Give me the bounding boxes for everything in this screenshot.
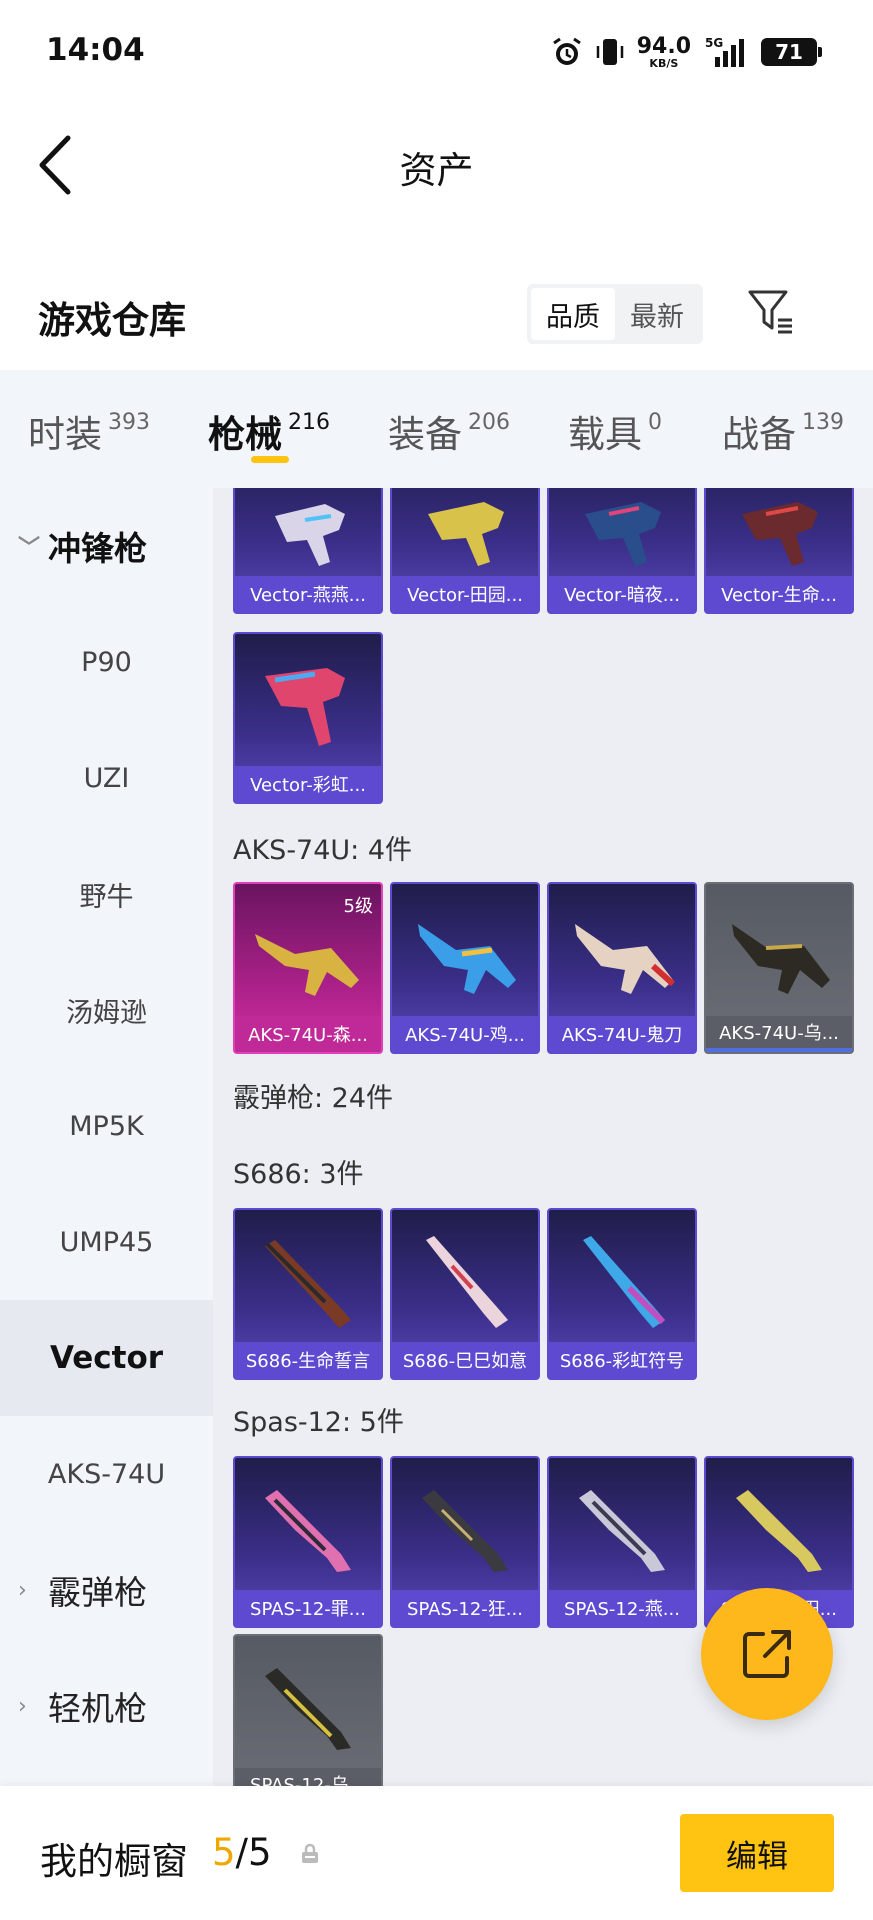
item-card[interactable]: 5级 AKS-74U-森... xyxy=(233,882,383,1054)
nav-bar: 资产 xyxy=(0,100,873,230)
shotgun-skin-image xyxy=(736,1490,822,1572)
shotgun-skin-image xyxy=(583,1236,666,1328)
rifle-skin-image xyxy=(418,924,516,994)
edit-button[interactable]: 编辑 xyxy=(680,1814,834,1892)
item-card[interactable]: AKS-74U-乌... xyxy=(704,882,854,1054)
showcase-count: 5/5 xyxy=(212,1831,272,1874)
section-title-spas12: Spas-12: 5件 xyxy=(233,1407,404,1438)
warehouse-header: 游戏仓库 品质 最新 xyxy=(0,270,873,360)
chevron-down-icon: ﹀ xyxy=(18,536,41,561)
tab-equipment[interactable]: 装备 206 xyxy=(388,404,510,458)
item-card[interactable]: S686-生命誓言 xyxy=(233,1208,383,1380)
category-tabs: 时装 393 枪械 216 装备 206 载具 0 战备 139 xyxy=(0,370,873,488)
status-time: 14:04 xyxy=(46,32,145,68)
battery-indicator: 71 xyxy=(761,38,822,66)
tab-vehicles[interactable]: 载具 0 xyxy=(568,404,662,458)
item-card[interactable]: S686-巳巳如意 xyxy=(390,1208,540,1380)
smg-skin-image xyxy=(428,502,504,566)
weapon-sidebar: ﹀ 冲锋枪 P90 UZI 野牛 汤姆逊 MP5K UMP45 Vector AK… xyxy=(0,488,213,1786)
sort-toggle: 品质 最新 xyxy=(527,284,703,344)
smg-skin-image xyxy=(585,502,661,566)
sidebar-item-uzi[interactable]: UZI xyxy=(0,720,213,836)
sidebar-group-lmg[interactable]: › 轻机枪 xyxy=(0,1648,213,1764)
share-button[interactable] xyxy=(701,1588,833,1720)
status-bar: 14:04 94.0 KB/S 5G 71 xyxy=(0,0,873,100)
shotgun-skin-image xyxy=(265,1240,351,1328)
sort-latest-button[interactable]: 最新 xyxy=(615,288,699,340)
shotgun-skin-image xyxy=(579,1490,665,1572)
active-tab-indicator xyxy=(251,456,289,463)
svg-text:5G: 5G xyxy=(705,36,723,50)
rifle-skin-image xyxy=(255,934,359,996)
section-title-shotgun: 霰弹枪: 24件 xyxy=(233,1083,394,1114)
section-title-aks74u: AKS-74U: 4件 xyxy=(233,835,413,866)
sidebar-item-mp5k[interactable]: MP5K xyxy=(0,1068,213,1184)
sidebar-item-ump45[interactable]: UMP45 xyxy=(0,1184,213,1300)
tab-supplies[interactable]: 战备 139 xyxy=(722,404,844,458)
status-icons: 94.0 KB/S 5G 71 xyxy=(551,30,822,74)
showcase-bar: 我的橱窗 5/5 编辑 xyxy=(0,1786,873,1920)
filter-icon[interactable] xyxy=(746,286,796,336)
item-card[interactable]: Vector-燕燕... xyxy=(233,488,383,614)
item-card[interactable]: S686-彩虹符号 xyxy=(547,1208,697,1380)
item-card[interactable]: Vector-田园... xyxy=(390,488,540,614)
rifle-skin-image xyxy=(575,924,676,994)
share-external-icon xyxy=(743,1630,791,1678)
net-speed: 94.0 KB/S xyxy=(636,33,691,70)
item-card[interactable]: SPAS-12-狂... xyxy=(390,1456,540,1628)
item-card[interactable]: SPAS-12-罪... xyxy=(233,1456,383,1628)
item-card[interactable]: Vector-彩虹... xyxy=(233,632,383,804)
smg-skin-image xyxy=(265,668,345,746)
item-card[interactable]: Vector-暗夜... xyxy=(547,488,697,614)
item-card[interactable]: SPAS-12-燕... xyxy=(547,1456,697,1628)
shotgun-skin-image xyxy=(265,1490,351,1572)
shotgun-skin-image xyxy=(426,1236,508,1328)
page-title: 资产 xyxy=(399,149,474,192)
chevron-right-icon: › xyxy=(18,1693,27,1719)
sidebar-item-vector[interactable]: Vector xyxy=(0,1300,213,1416)
signal-icon: 5G xyxy=(705,36,744,67)
sidebar-item-bizon[interactable]: 野牛 xyxy=(0,836,213,952)
smg-skin-image xyxy=(275,504,345,566)
warehouse-title: 游戏仓库 xyxy=(38,299,186,342)
item-card[interactable]: Vector-生命... xyxy=(704,488,854,614)
shotgun-skin-image xyxy=(265,1668,351,1750)
showcase-title: 我的橱窗 xyxy=(40,1840,188,1883)
sidebar-item-aks74u[interactable]: AKS-74U xyxy=(0,1416,213,1532)
item-card[interactable]: AKS-74U-鸡... xyxy=(390,882,540,1054)
chevron-right-icon: › xyxy=(18,1577,27,1603)
sort-quality-button[interactable]: 品质 xyxy=(531,288,615,340)
lock-icon xyxy=(302,1843,318,1863)
tab-fashion[interactable]: 时装 393 xyxy=(28,404,150,458)
sidebar-group-smg[interactable]: ﹀ 冲锋枪 xyxy=(0,488,213,604)
vibrate-icon xyxy=(596,39,623,65)
item-card[interactable]: AKS-74U-鬼刀 xyxy=(547,882,697,1054)
item-card[interactable]: SPAS-12-乌... xyxy=(233,1634,383,1786)
section-title-s686: S686: 3件 xyxy=(233,1159,364,1190)
tab-guns[interactable]: 枪械 216 xyxy=(208,404,330,458)
sidebar-group-shotgun[interactable]: › 霰弹枪 xyxy=(0,1532,213,1648)
shotgun-skin-image xyxy=(422,1490,508,1572)
rifle-skin-image xyxy=(732,924,830,994)
sidebar-item-p90[interactable]: P90 xyxy=(0,604,213,720)
sidebar-item-thompson[interactable]: 汤姆逊 xyxy=(0,952,213,1068)
alarm-icon xyxy=(552,37,581,65)
smg-skin-image xyxy=(742,502,818,566)
